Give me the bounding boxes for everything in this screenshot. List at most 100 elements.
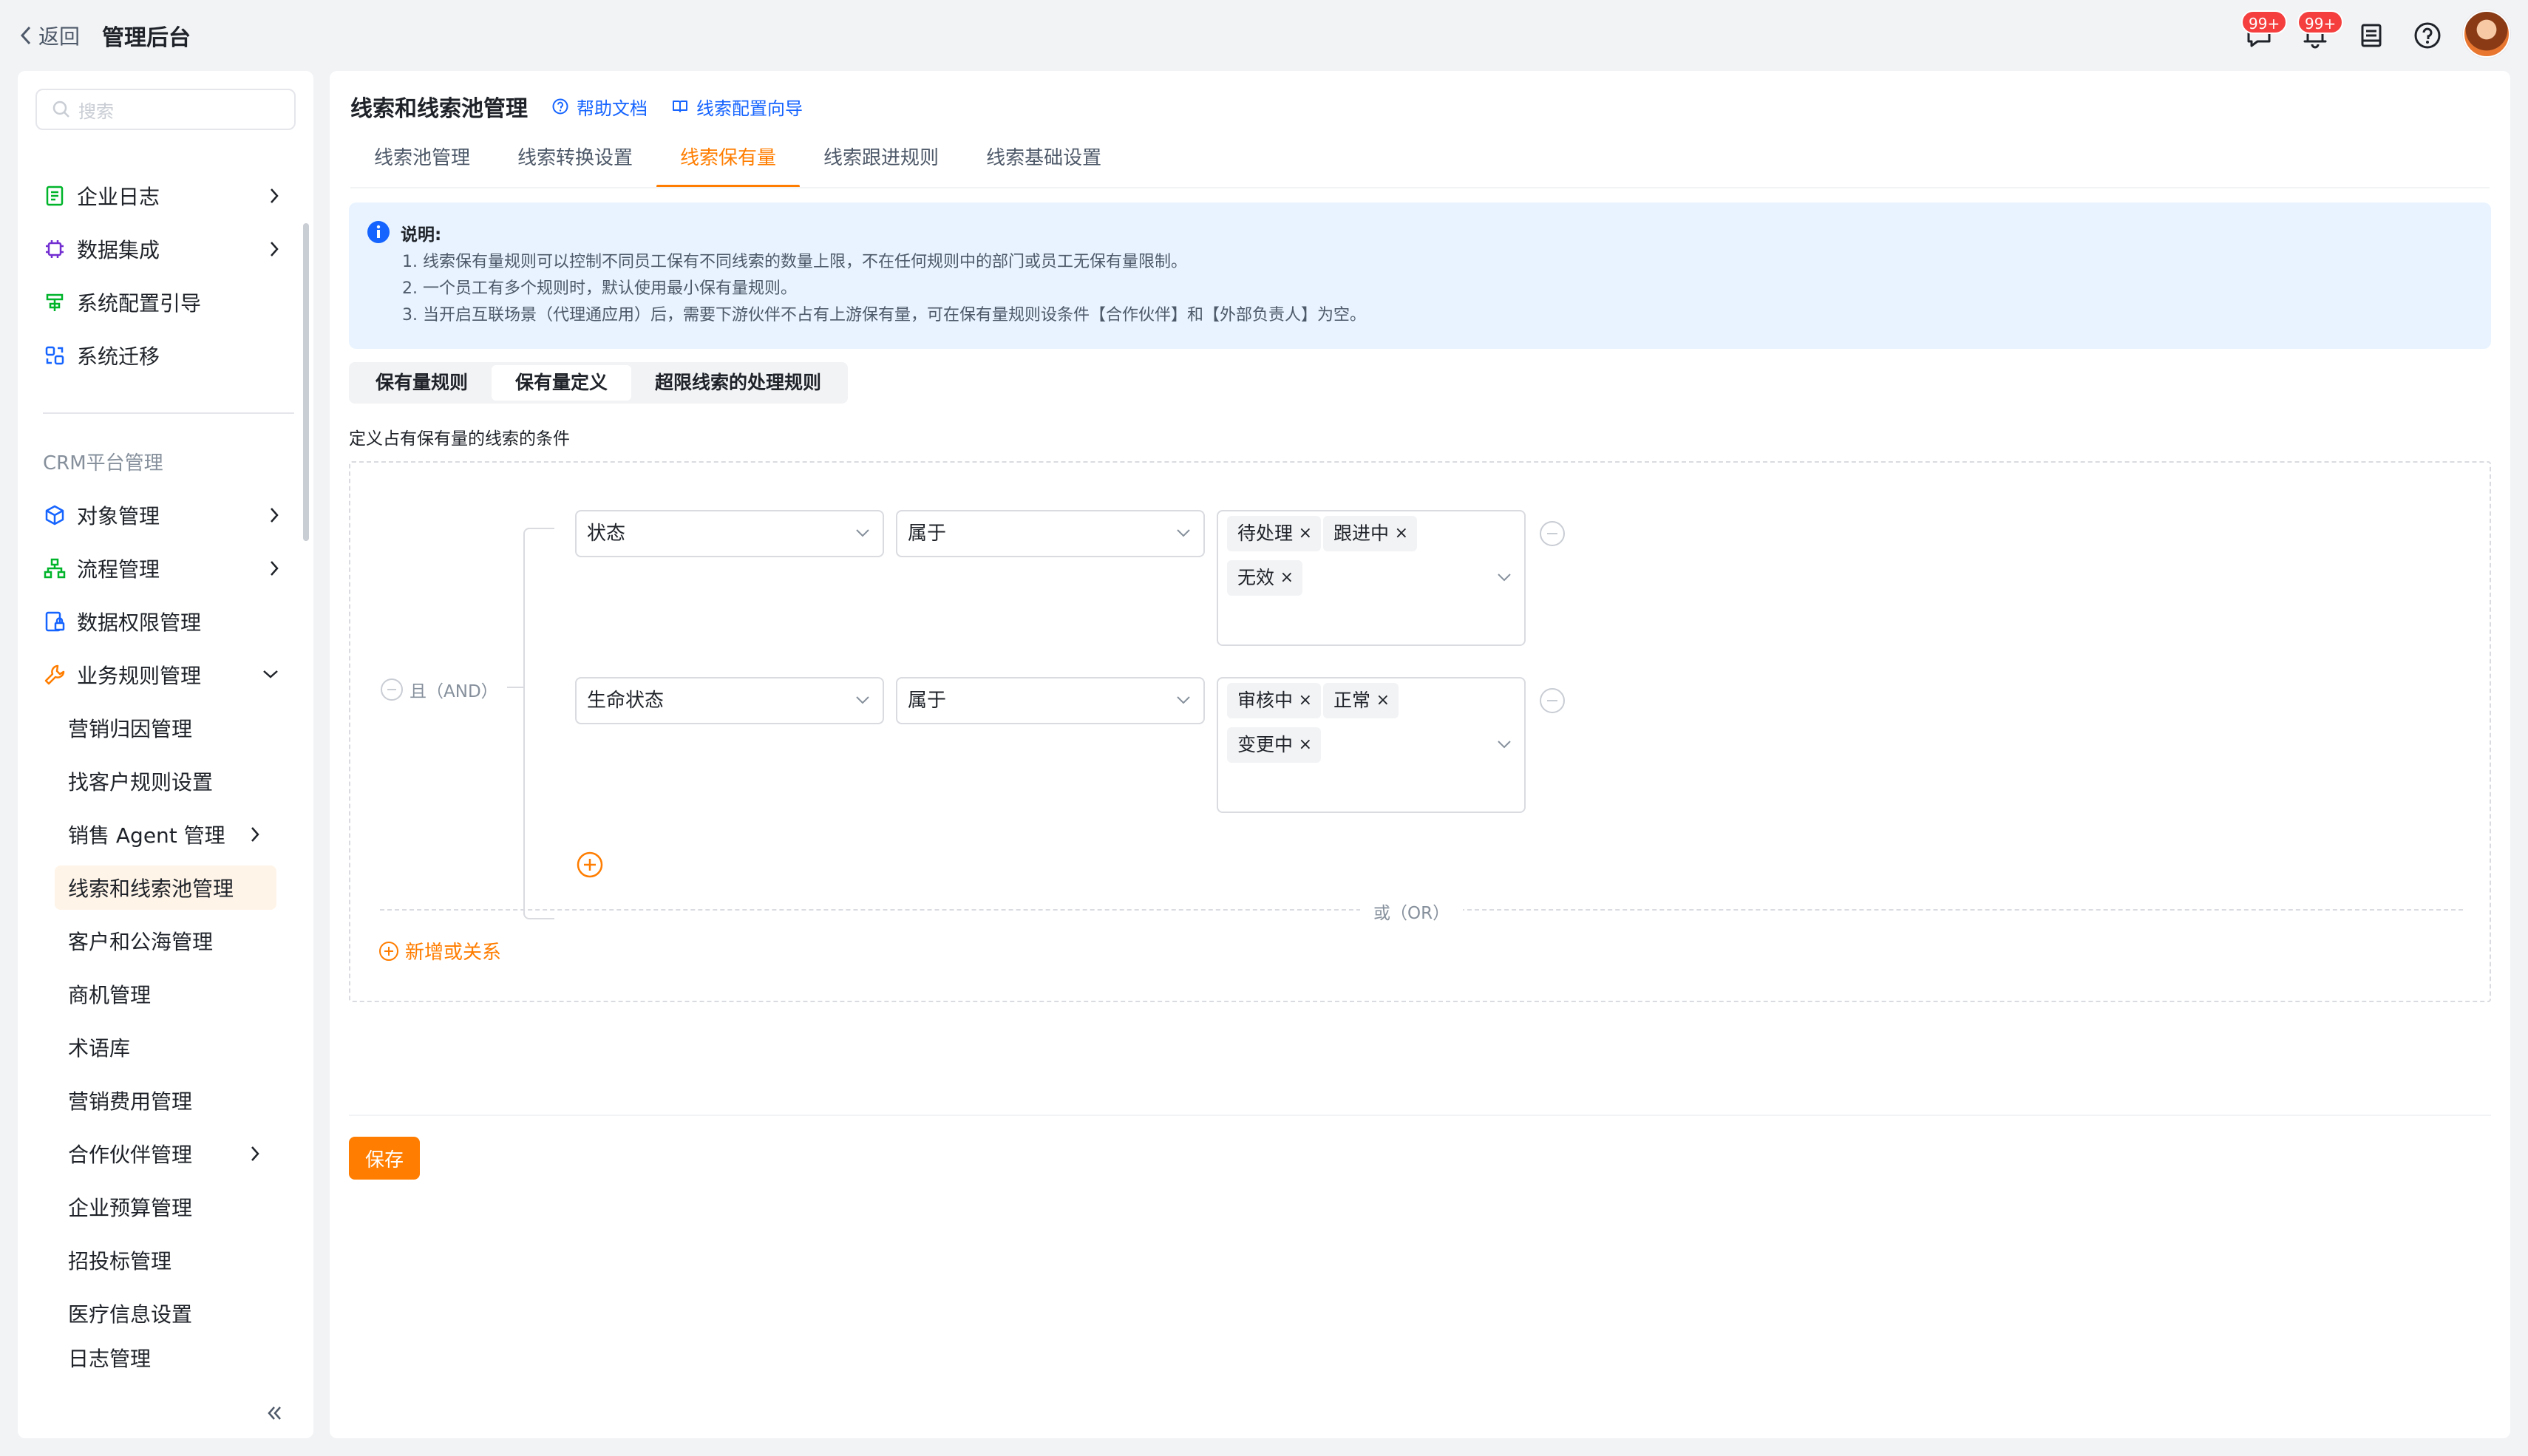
sidebar-item-label: 流程管理 xyxy=(77,557,160,582)
remove-tag-icon[interactable]: × xyxy=(1376,683,1390,718)
sidebar-item-object-management[interactable]: 对象管理 xyxy=(43,493,294,537)
value-tag: 变更中 × xyxy=(1227,727,1322,763)
plus-circle-icon xyxy=(379,941,398,961)
remove-tag-icon[interactable]: × xyxy=(1299,683,1312,718)
page-title: 线索和线索池管理 xyxy=(350,96,528,122)
sidebar-item-enterprise-log[interactable]: 企业日志 xyxy=(43,174,294,218)
sidebar-subitem-sales-agent[interactable]: 销售 Agent 管理 xyxy=(55,812,276,857)
sidebar-subitem-budget[interactable]: 企业预算管理 xyxy=(55,1185,276,1229)
sidebar-subitem-label: 销售 Agent 管理 xyxy=(68,823,225,848)
notice-line: 3. 当开启互联场景（代理通应用）后，需要下游伙伴不占有上游保有量，可在保有量规… xyxy=(402,306,1366,324)
chevron-down-icon xyxy=(1498,574,1511,582)
config-guide-link[interactable]: 线索配置向导 xyxy=(671,94,803,120)
segment-retention-rules[interactable]: 保有量规则 xyxy=(352,365,492,401)
condition-values-select[interactable]: 待处理 × 跟进中 × 无效 × xyxy=(1217,510,1526,646)
add-or-button[interactable]: 新增或关系 xyxy=(378,937,501,965)
remove-tag-icon[interactable]: × xyxy=(1299,516,1312,551)
sidebar-item-label: 数据集成 xyxy=(77,238,160,262)
sidebar-search-input[interactable]: 搜索 xyxy=(35,89,296,130)
sidebar-item-flow-management[interactable]: 流程管理 xyxy=(43,546,294,591)
tab-lead-basic[interactable]: 线索基础设置 xyxy=(962,142,1125,188)
sidebar-subitem-partner[interactable]: 合作伙伴管理 xyxy=(55,1132,276,1176)
segment-overlimit-rules[interactable]: 超限线索的处理规则 xyxy=(631,365,845,401)
value-tag-label: 审核中 xyxy=(1237,690,1294,711)
sidebar: 搜索 企业日志 数据集成 系统配置引导 系统迁移 CRM平台管理 对象管理 流程… xyxy=(18,71,313,1438)
collapse-sidebar-button[interactable] xyxy=(266,1404,284,1422)
value-tag: 正常 × xyxy=(1323,683,1399,718)
remove-tag-icon[interactable]: × xyxy=(1299,727,1312,763)
sidebar-item-label: 企业日志 xyxy=(77,185,160,209)
chevron-right-icon xyxy=(271,561,279,576)
help-doc-link[interactable]: 帮助文档 xyxy=(551,94,648,120)
message-badge: 99+ xyxy=(2241,10,2288,34)
top-bar: 返回 管理后台 99+ 99+ xyxy=(0,0,2528,68)
condition-operator-select[interactable]: 属于 xyxy=(896,677,1205,724)
sidebar-item-config-guide[interactable]: 系统配置引导 xyxy=(43,280,294,324)
condition-operator-value: 属于 xyxy=(908,523,947,545)
tab-lead-followup[interactable]: 线索跟进规则 xyxy=(800,142,962,188)
condition-field-select[interactable]: 生命状态 xyxy=(575,677,884,724)
sidebar-subitem-label: 客户和公海管理 xyxy=(68,930,214,954)
sidebar-item-business-rules[interactable]: 业务规则管理 xyxy=(43,653,294,697)
back-label: 返回 xyxy=(38,24,81,49)
user-avatar[interactable] xyxy=(2463,10,2510,58)
sidebar-subitem-bidding[interactable]: 招投标管理 xyxy=(55,1238,276,1282)
wrench-icon xyxy=(44,664,65,685)
info-icon xyxy=(367,221,390,243)
sidebar-item-label: 业务规则管理 xyxy=(77,664,202,688)
back-button[interactable]: 返回 xyxy=(19,21,80,50)
sidebar-item-data-integration[interactable]: 数据集成 xyxy=(43,227,294,271)
chevron-down-icon xyxy=(1177,529,1190,537)
question-circle-icon xyxy=(552,98,568,115)
remove-tag-icon[interactable]: × xyxy=(1280,560,1294,596)
tab-lead-retention[interactable]: 线索保有量 xyxy=(656,142,801,188)
condition-operator-select[interactable]: 属于 xyxy=(896,510,1205,557)
value-tag: 无效 × xyxy=(1227,560,1303,596)
message-button[interactable]: 99+ xyxy=(2241,10,2288,50)
and-bracket-tick xyxy=(507,687,523,688)
sidebar-group-label: CRM平台管理 xyxy=(43,452,163,474)
save-button[interactable]: 保存 xyxy=(349,1137,420,1180)
inbox-icon xyxy=(2361,24,2382,47)
value-tag-label: 正常 xyxy=(1333,690,1371,711)
main-content: 线索和线索池管理 帮助文档 线索配置向导 线索池管理 线索转换设置 线索保有量 … xyxy=(330,71,2510,1438)
sidebar-item-label: 数据权限管理 xyxy=(77,610,202,635)
help-button[interactable] xyxy=(2413,21,2442,50)
segment-retention-definition[interactable]: 保有量定义 xyxy=(492,365,632,401)
sidebar-subitem-find-customer-rules[interactable]: 找客户规则设置 xyxy=(55,759,276,803)
tab-lead-conversion[interactable]: 线索转换设置 xyxy=(494,142,656,188)
conditions-description: 定义占有保有量的线索的条件 xyxy=(349,429,570,449)
chevron-right-icon xyxy=(271,188,279,203)
condition-values-select[interactable]: 审核中 × 正常 × 变更中 × xyxy=(1217,677,1526,813)
add-condition-icon[interactable] xyxy=(577,851,603,878)
sidebar-subitem-customer-pool[interactable]: 客户和公海管理 xyxy=(55,919,276,963)
notification-button[interactable]: 99+ xyxy=(2297,10,2344,50)
sidebar-item-system-migrate[interactable]: 系统迁移 xyxy=(43,333,294,378)
log-icon xyxy=(46,186,64,206)
chip-icon xyxy=(46,240,64,258)
sidebar-subitem-leads-pool[interactable]: 线索和线索池管理 xyxy=(55,865,276,910)
condition-field-value: 状态 xyxy=(587,523,626,545)
sidebar-subitem-glossary[interactable]: 术语库 xyxy=(55,1025,276,1069)
condition-field-select[interactable]: 状态 xyxy=(575,510,884,557)
minus-circle-icon xyxy=(381,678,403,701)
sidebar-item-data-permission[interactable]: 数据权限管理 xyxy=(43,599,294,644)
help-icon xyxy=(2414,22,2441,49)
sidebar-subitem-log[interactable]: 日志管理 xyxy=(55,1341,276,1374)
notice-line: 1. 线索保有量规则可以控制不同员工保有不同线索的数量上限，不在任何规则中的部门… xyxy=(402,253,1187,271)
sidebar-subitem-medical[interactable]: 医疗信息设置 xyxy=(55,1291,276,1336)
sidebar-subitem-marketing-cost[interactable]: 营销费用管理 xyxy=(55,1078,276,1123)
condition-field-value: 生命状态 xyxy=(587,690,665,712)
remove-condition-icon[interactable] xyxy=(1539,520,1566,547)
sidebar-scrollbar[interactable] xyxy=(303,223,309,541)
and-toggle[interactable]: 且（AND） xyxy=(380,677,498,702)
tab-lead-pool[interactable]: 线索池管理 xyxy=(350,142,494,188)
remove-condition-icon[interactable] xyxy=(1539,687,1566,714)
sidebar-subitem-opportunity[interactable]: 商机管理 xyxy=(55,972,276,1016)
todo-button[interactable] xyxy=(2357,21,2386,50)
sidebar-subitem-marketing-attribution[interactable]: 营销归因管理 xyxy=(55,706,276,750)
help-doc-label: 帮助文档 xyxy=(577,98,648,119)
remove-tag-icon[interactable]: × xyxy=(1395,516,1408,551)
sidebar-subitem-label: 营销费用管理 xyxy=(68,1089,193,1114)
chevron-down-icon xyxy=(263,670,278,678)
